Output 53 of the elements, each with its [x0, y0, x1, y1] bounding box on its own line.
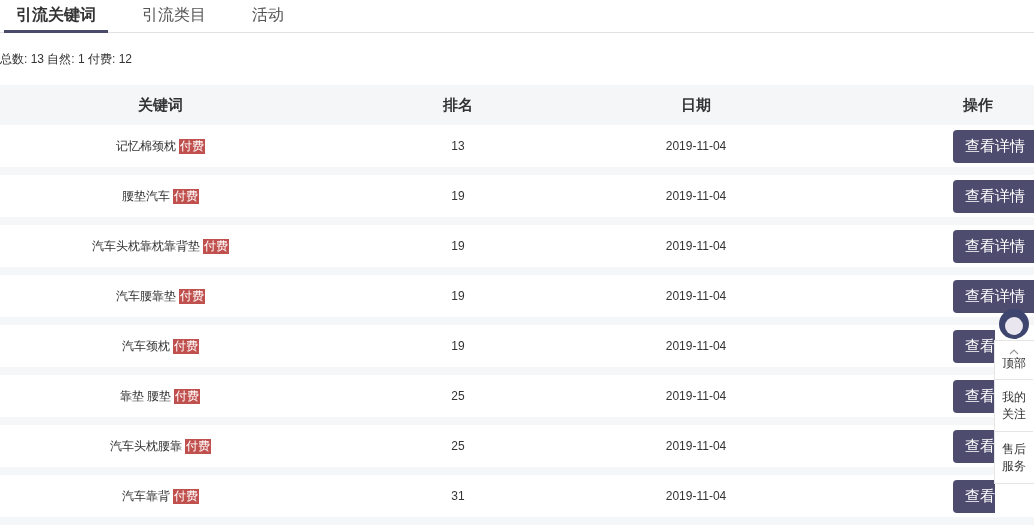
keyword-text: 记忆棉颈枕: [115, 138, 176, 155]
keyword-text: 腰垫汽车: [121, 188, 170, 205]
keyword-text: 汽车头枕靠枕靠背垫: [91, 238, 200, 255]
tab[interactable]: 引流类目: [130, 0, 218, 33]
date-text: 2019-11-04: [665, 139, 727, 153]
tab[interactable]: 引流关键词: [4, 0, 108, 33]
paid-tag: 付费: [172, 488, 199, 504]
view-details-button[interactable]: 查看详情: [953, 279, 1034, 313]
keyword-text: 汽车靠背: [121, 488, 170, 505]
date-text: 2019-11-04: [665, 439, 727, 453]
summary-text: 总数: 13 自然: 1 付费: 12: [0, 51, 133, 68]
view-details-button[interactable]: 查看: [953, 429, 995, 463]
paid-tag: 付费: [172, 338, 199, 354]
rank-text: 25: [451, 439, 465, 453]
date-text: 2019-11-04: [665, 289, 727, 303]
avatar-icon[interactable]: [998, 308, 1030, 340]
column-header: 日期: [681, 95, 711, 113]
paid-tag: 付费: [178, 138, 205, 154]
paid-tag: 付费: [184, 438, 211, 454]
rank-text: 13: [451, 139, 465, 153]
panel-link[interactable]: 我的关注: [995, 379, 1033, 431]
rank-text: 19: [451, 339, 465, 353]
column-header: 排名: [443, 95, 473, 113]
rank-text: 19: [451, 189, 465, 203]
tab[interactable]: 活动: [240, 0, 296, 33]
rank-text: 25: [451, 389, 465, 403]
paid-tag: 付费: [174, 388, 201, 404]
date-text: 2019-11-04: [665, 389, 727, 403]
rank-text: 19: [451, 289, 465, 303]
panel-link[interactable]: 售后服务: [995, 431, 1033, 483]
view-details-button[interactable]: 查看: [953, 479, 995, 513]
date-text: 2019-11-04: [665, 239, 727, 253]
view-details-button[interactable]: 查看详情: [953, 179, 1034, 213]
date-text: 2019-11-04: [665, 339, 727, 353]
view-details-button[interactable]: 查看详情: [953, 129, 1034, 163]
view-details-button[interactable]: 查看: [953, 329, 995, 363]
paid-tag: 付费: [202, 238, 229, 254]
column-header: 操作: [963, 95, 993, 113]
column-header: 关键词: [137, 95, 183, 113]
rank-text: 31: [451, 489, 465, 503]
back-to-top-button[interactable]: 顶部: [995, 341, 1033, 379]
keyword-text: 汽车头枕腰靠: [109, 438, 182, 455]
paid-tag: 付费: [172, 188, 199, 204]
caret-up-icon: [1009, 348, 1019, 355]
keyword-text: 汽车腰靠垫: [115, 288, 176, 305]
paid-tag: 付费: [178, 288, 205, 304]
view-details-button[interactable]: 查看: [953, 379, 995, 413]
date-text: 2019-11-04: [665, 189, 727, 203]
view-details-button[interactable]: 查看详情: [953, 229, 1034, 263]
keyword-text: 靠垫 腰垫: [119, 388, 172, 405]
rank-text: 19: [451, 239, 465, 253]
date-text: 2019-11-04: [665, 489, 727, 503]
keyword-text: 汽车颈枕: [121, 338, 170, 355]
